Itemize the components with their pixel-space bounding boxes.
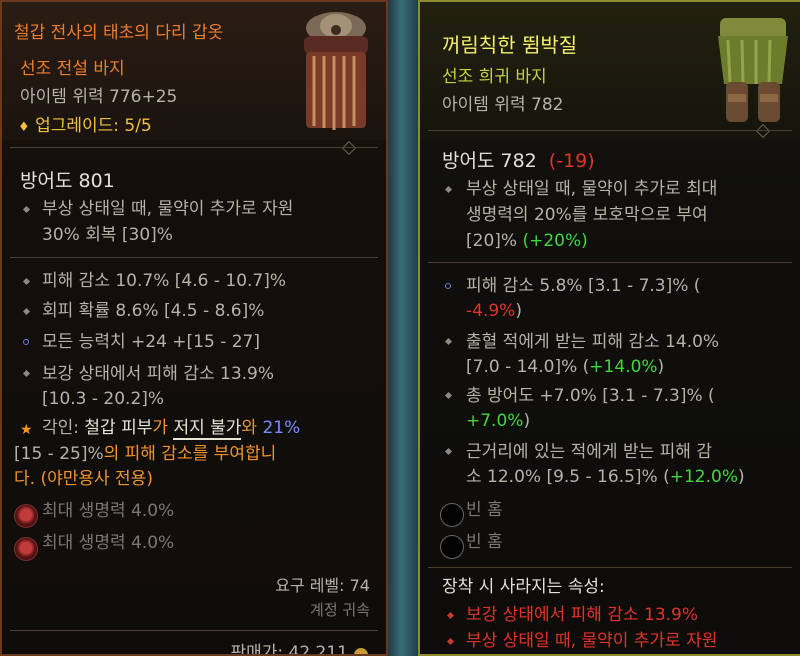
aspect-text: 철갑 피부 (84, 418, 153, 438)
bullet-icon (22, 205, 31, 214)
implicit-diff: (+20%) (522, 231, 588, 251)
compared-item-tooltip: 꺼림칙한 뜀박질 선조 희귀 바지 아이템 위력 782 방어도 782 (-1… (418, 0, 800, 656)
affix-line-cont: -4.9%) (466, 300, 522, 322)
item-name: 철갑 전사의 태초의 다리 갑옷 (14, 23, 224, 43)
divider (428, 567, 792, 568)
implicit-line: 부상 상태일 때, 물약이 추가로 최대 (466, 179, 718, 199)
implicit-range: [20]% (466, 231, 518, 251)
item-power: 아이템 위력 776+25 (20, 87, 178, 107)
affix-diff: +7.0% (466, 411, 524, 431)
implicit-line: 생명력의 20%를 보호막으로 부여 (466, 205, 708, 225)
affix-range: 소 12.0% [9.5 - 16.5]% ( (466, 467, 670, 487)
upgrade-icon: ♦ (18, 120, 30, 135)
aspect-range: [15 - 25]% (14, 444, 104, 464)
lost-property: 보강 상태에서 피해 감소 13.9% (466, 605, 699, 625)
aspect-text: 와 (241, 418, 263, 438)
affix-diff: +12.0% (669, 467, 738, 487)
bullet-icon (444, 447, 453, 456)
affix-line: 근거리에 있는 적에게 받는 피해 감 (466, 442, 712, 462)
affix-line: 회피 확률 8.6% [4.5 - 8.6]% (42, 301, 265, 321)
bullet-icon (22, 307, 31, 316)
upgrade-count: ♦ 업그레이드: 5/5 (18, 115, 152, 139)
affix-line-cont: [7.0 - 14.0]% (+14.0%) (466, 356, 664, 378)
item-type: 선조 전설 바지 (20, 59, 125, 79)
affix-line-cont: [10.3 - 20.2]% (42, 389, 165, 409)
aspect-line: 다. (야만용사 전용) (14, 469, 153, 489)
affix-line: 모든 능력치 +24 +[15 - 27] (42, 332, 261, 352)
affix-line: 피해 감소 10.7% [4.6 - 10.7]% (42, 271, 287, 291)
affix-diff: +14.0% (589, 357, 658, 377)
lost-property: 부상 상태일 때, 물약이 추가로 자원 (466, 631, 718, 651)
affix-line: 총 방어도 +7.0% [3.1 - 7.3]% ( (466, 386, 715, 406)
aspect-line: 각인: 철갑 피부가 저지 불가와 21% (42, 417, 301, 440)
pants-icon (718, 18, 788, 122)
armor-text: 방어도 782 (442, 150, 537, 172)
affix-tail: ) (738, 467, 745, 487)
empty-socket-icon (440, 535, 464, 559)
divider (428, 130, 792, 131)
affix-tail: ) (515, 301, 522, 321)
affix-line: 피해 감소 5.8% [3.1 - 7.3]% ( (466, 276, 701, 296)
divider (10, 630, 378, 631)
lost-properties-header: 장착 시 사라지는 속성: (442, 577, 605, 597)
gem-effect: 최대 생명력 4.0% (42, 501, 175, 521)
affix-line-cont: +7.0%) (466, 410, 530, 432)
socket-label: 빈 홈 (466, 532, 503, 552)
bullet-icon (446, 611, 455, 620)
implicit-line: 30% 회복 [30]% (42, 225, 173, 245)
pants-icon (304, 12, 368, 130)
ruby-gem-icon (14, 504, 38, 528)
gold-coin-icon (354, 648, 368, 654)
implicit-line: 부상 상태일 때, 물약이 추가로 자원 (42, 199, 294, 219)
equipped-item-tooltip: 철갑 전사의 태초의 다리 갑옷 선조 전설 바지 아이템 위력 776+25 … (0, 0, 388, 656)
divider (428, 262, 792, 263)
aspect-text: 가 (152, 418, 174, 438)
item-type: 선조 희귀 바지 (442, 67, 547, 87)
divider (10, 147, 378, 148)
aspect-value: 21% (262, 418, 301, 438)
armor-value: 방어도 782 (-19) (442, 150, 595, 172)
aspect-text: 저지 불가 (173, 418, 242, 440)
socket-label: 빈 홈 (466, 500, 503, 520)
affix-line: 출혈 적에게 받는 피해 감소 14.0% (466, 332, 720, 352)
aspect-prefix: 각인: (42, 418, 85, 438)
bullet-icon (444, 185, 453, 194)
armor-value: 방어도 801 (20, 170, 115, 192)
sell-value: 판매가: 42,211 (230, 643, 348, 656)
affix-diff: -4.9% (466, 301, 516, 321)
implicit-line: [20]% (+20%) (466, 230, 588, 252)
background-gap (388, 0, 418, 656)
affix-line-cont: 소 12.0% [9.5 - 16.5]% (+12.0%) (466, 466, 745, 488)
aspect-line: [15 - 25]%의 피해 감소를 부여합니 (14, 443, 276, 465)
ruby-gem-icon (14, 537, 38, 561)
bullet-icon (444, 391, 453, 400)
aspect-star-icon: ★ (20, 422, 33, 438)
greater-affix-icon (23, 339, 29, 345)
item-name: 꺼림칙한 뜀박질 (442, 33, 578, 57)
required-level: 요구 레벨: 74 (275, 576, 370, 595)
affix-range: [7.0 - 14.0]% ( (466, 357, 590, 377)
item-power: 아이템 위력 782 (442, 95, 564, 115)
affix-tail: ) (523, 411, 531, 431)
account-bound: 계정 귀속 (310, 601, 370, 619)
bullet-icon (22, 277, 31, 286)
aspect-text: 의 피해 감소를 부여합니 (103, 444, 277, 464)
upgrade-label: 업그레이드: 5/5 (35, 116, 152, 136)
greater-affix-icon (445, 283, 451, 289)
affix-tail: ) (657, 357, 665, 377)
gem-effect: 최대 생명력 4.0% (42, 533, 175, 553)
bullet-icon (444, 337, 453, 346)
bullet-icon (22, 369, 31, 378)
armor-diff: (-19) (548, 150, 595, 172)
empty-socket-icon (440, 503, 464, 527)
divider (10, 257, 378, 258)
affix-line: 보강 상태에서 피해 감소 13.9% (42, 364, 275, 384)
bullet-icon (446, 637, 455, 646)
